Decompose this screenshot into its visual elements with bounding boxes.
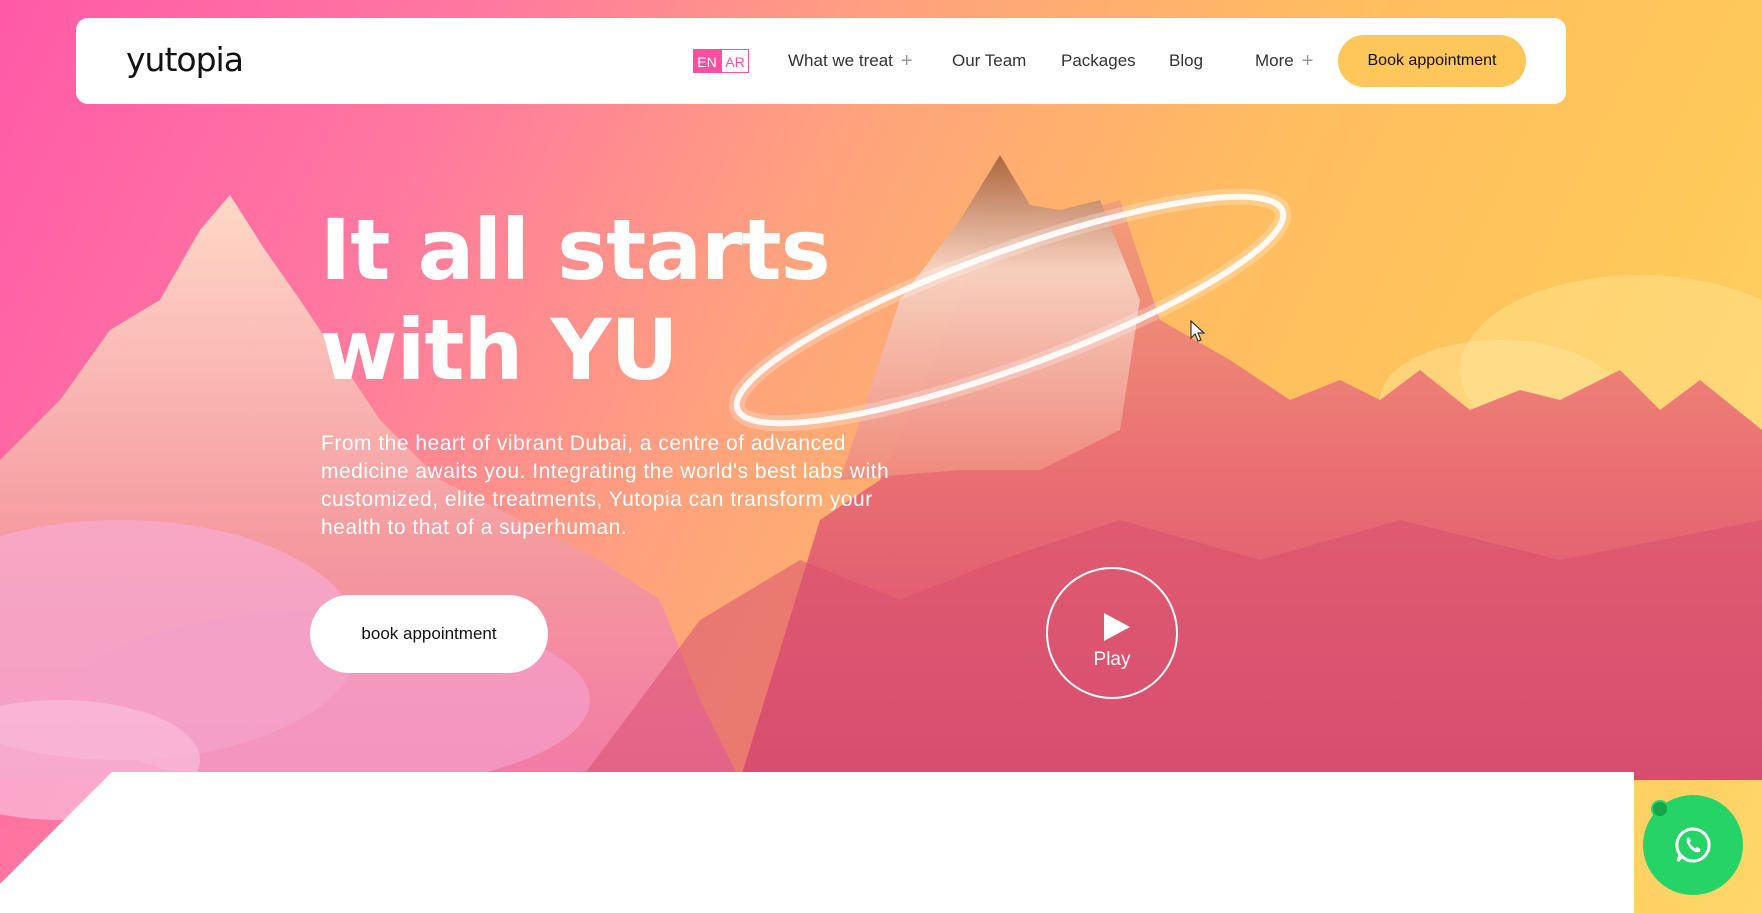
whatsapp-icon xyxy=(1675,827,1711,863)
lang-ar-button[interactable]: AR xyxy=(721,49,749,73)
yutopia-logo[interactable]: yutopia xyxy=(126,40,244,79)
plus-icon: + xyxy=(900,50,913,72)
nav-item-label: What we treat xyxy=(788,51,893,70)
headline-line-2: with YU xyxy=(320,301,679,399)
mouse-cursor-icon xyxy=(1190,320,1206,342)
hero-headline: It all starts with YU xyxy=(320,200,920,400)
hero-paragraph: From the heart of vibrant Dubai, a centr… xyxy=(321,432,890,539)
nav-item-our-team[interactable]: Our Team xyxy=(952,51,1026,71)
online-status-dot xyxy=(1651,800,1669,818)
nav-item-more[interactable]: More + xyxy=(1255,51,1313,71)
top-navigation-bar: yutopia EN AR What we treat + Our Team P… xyxy=(76,18,1566,104)
play-label: Play xyxy=(1093,649,1131,670)
lang-en-button[interactable]: EN xyxy=(693,49,721,73)
headline-line-1: It all starts xyxy=(320,201,831,299)
nav-item-label: Packages xyxy=(1061,51,1136,70)
nav-item-label: More xyxy=(1255,51,1294,70)
nav-item-blog[interactable]: Blog xyxy=(1169,51,1203,71)
whatsapp-chat-button[interactable] xyxy=(1643,795,1743,895)
nav-item-label: Our Team xyxy=(952,51,1027,70)
plus-icon: + xyxy=(1301,50,1314,72)
content-panel xyxy=(0,772,1634,913)
language-switcher: EN AR xyxy=(693,49,749,73)
nav-item-label: Blog xyxy=(1169,51,1204,70)
nav-item-packages[interactable]: Packages xyxy=(1061,51,1136,71)
play-video-button[interactable]: Play xyxy=(1046,567,1178,699)
hero-section: yutopia EN AR What we treat + Our Team P… xyxy=(0,0,1762,913)
hero-book-appointment-button[interactable]: book appointment xyxy=(310,595,548,673)
play-icon xyxy=(1104,613,1130,641)
nav-item-what-we-treat[interactable]: What we treat + xyxy=(788,51,913,71)
book-appointment-button[interactable]: Book appointment xyxy=(1338,35,1526,87)
